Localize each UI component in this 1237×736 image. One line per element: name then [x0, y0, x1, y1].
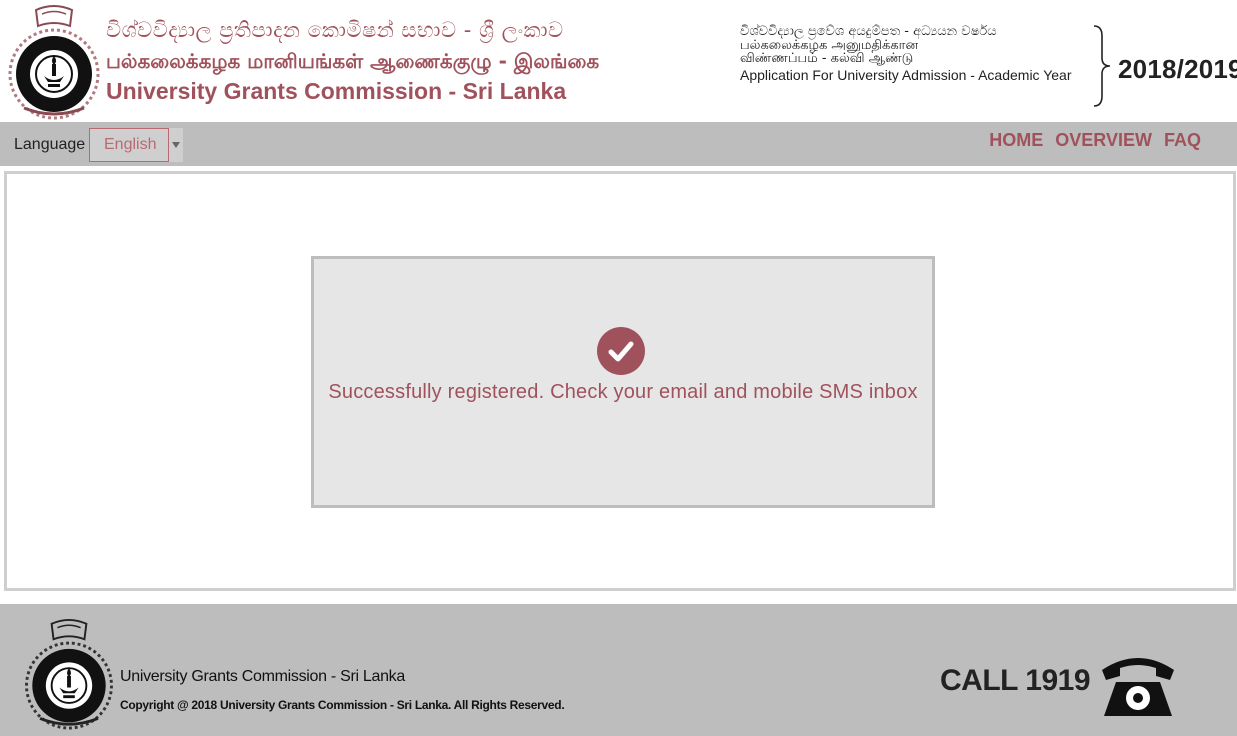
main-content: Successfully registered. Check your emai…: [4, 171, 1236, 591]
app-title-sinhala: විශ්වවිද්‍යාල ප්‍රවේශ අයදුම්පත - අධ්‍යයන…: [740, 24, 997, 39]
app-title-english: Application For University Admission - A…: [740, 66, 1072, 83]
check-circle-icon: [597, 327, 645, 375]
call-hotline: CALL 1919: [940, 664, 1091, 697]
success-message: Successfully registered. Check your emai…: [328, 381, 918, 403]
ugc-emblem-icon: [8, 5, 100, 120]
org-name-sinhala: විශ්වවිද්‍යාල ප්‍රතිපාදන කොමිෂන් සභාව - …: [106, 18, 564, 42]
language-label: Language: [14, 136, 86, 153]
brace-icon: [1093, 25, 1111, 107]
org-name-tamil: பல்கலைக்கழக மானியங்கள் ஆணைக்குழு - இலங்க…: [106, 49, 600, 73]
org-names: විශ්වවිද්‍යාල ප්‍රතිපාදන කොමිෂන් සභාව - …: [106, 20, 599, 105]
language-select-value: English: [104, 136, 157, 153]
page-footer: University Grants Commission - Sri Lanka…: [0, 604, 1237, 736]
footer-org-name: University Grants Commission - Sri Lanka: [120, 668, 405, 685]
nav-link-overview[interactable]: OVERVIEW: [1055, 130, 1152, 151]
dropdown-arrow[interactable]: [169, 128, 183, 162]
academic-year: 2018/2019: [1118, 54, 1237, 84]
org-name-english: University Grants Commission - Sri Lanka: [106, 78, 567, 104]
nav-links: HOME OVERVIEW FAQ: [989, 130, 1201, 151]
chevron-down-icon: [172, 142, 180, 148]
language-select-box[interactable]: English: [89, 128, 169, 162]
success-message-box: Successfully registered. Check your emai…: [311, 256, 935, 508]
nav-link-faq[interactable]: FAQ: [1164, 130, 1201, 151]
app-title-tamil-2: விண்ணப்பம் - கல்வி ஆண்டு: [740, 51, 914, 67]
footer-copyright: Copyright @ 2018 University Grants Commi…: [120, 698, 565, 712]
nav-link-home[interactable]: HOME: [989, 130, 1043, 151]
app-title-tamil-1: பல்கலைக்கழக அனுமதிக்கான: [740, 37, 919, 53]
page-header: විශ්වවිද්‍යාල ප්‍රතිපාදන කොමිෂන් සභාව - …: [0, 0, 1237, 122]
language-select[interactable]: English: [89, 128, 183, 162]
telephone-icon: [1102, 658, 1174, 716]
application-title: විශ්වවිද්‍යාල ප්‍රවේශ අයදුම්පත - අධ්‍යයන…: [740, 25, 1071, 83]
ugc-emblem-icon: [25, 618, 113, 730]
